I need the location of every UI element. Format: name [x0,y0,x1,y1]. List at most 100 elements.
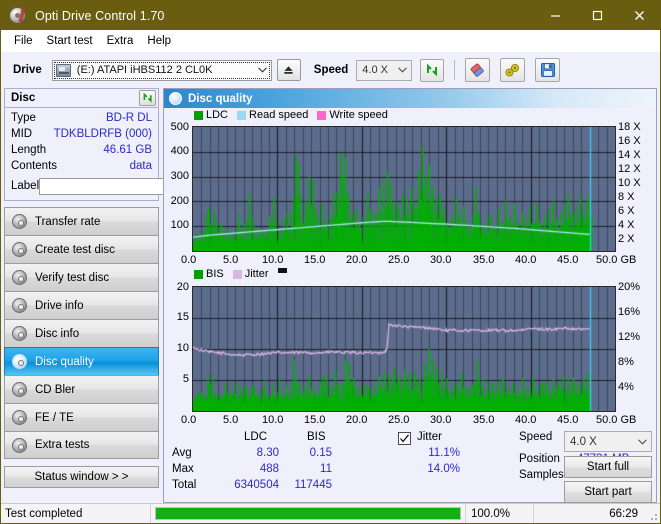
stats-panel: LDC BIS Avg 8.30 0.15 Max 488 11 Total 6… [164,426,656,503]
tools-button[interactable] [500,58,526,82]
status-window-button[interactable]: Status window > > [4,466,159,488]
disc-info-panel: Disc Type BD-R DL MID TDKBLDRFB (000) Le… [4,88,238,201]
test-speed-value: 4.0 X [570,435,597,448]
eraser-button[interactable] [465,58,491,82]
charts-container: LDC Read speed Write speed 500 400 300 2… [164,108,656,426]
speed-select[interactable]: 4.0 X [356,59,413,81]
legend-swatch [194,110,203,120]
x-tick: 45.0 [557,254,579,266]
stats-max-bis: 11 [320,463,332,475]
chevron-down-icon [254,61,271,80]
resize-grip[interactable] [648,504,660,523]
save-button[interactable] [535,58,561,82]
test-controls: Speed 1.73 X Position 47731 MB Samples 7… [519,429,656,503]
start-part-button[interactable]: Start part [564,481,652,503]
menu-item-start-test[interactable]: Start test [42,33,102,49]
eject-button[interactable] [276,59,301,81]
stats-row-avg-label: Avg [172,447,192,459]
jitter-block: Jitter 11.1% 14.0% [394,429,519,502]
sidebar-item-create-test-disc[interactable]: Create test disc [4,235,159,263]
sidebar-item-disc-quality[interactable]: Disc quality [4,347,159,375]
drive-label: Drive [13,64,42,76]
disc-icon [12,298,27,313]
chart-plot-bottom[interactable] [192,286,616,412]
sidebar-item-label: Verify test disc [35,271,110,284]
elapsed-time: 66:29 [533,504,648,523]
speed-label: Speed [313,64,349,76]
y2-tick: 2 X [618,233,635,245]
x-tick: 10.0 [262,414,284,426]
disc-refresh-button[interactable] [139,90,156,106]
content-area: Disc Type BD-R DL MID TDKBLDRFB (000) Le… [1,88,660,503]
y-tick: 20 [176,281,189,293]
main-panel-title: Disc quality [188,92,253,105]
legend-swatch [237,110,247,120]
disc-label-key: Label [11,180,40,192]
sidebar-item-drive-info[interactable]: Drive info [4,291,159,319]
x-tick: 30.0 [430,414,452,426]
drive-select-value: (E:) ATAPI iHBS112 2 CL0K [76,64,213,76]
sidebar: Disc Type BD-R DL MID TDKBLDRFB (000) Le… [4,88,238,503]
menu-item-help[interactable]: Help [142,33,180,49]
title-bar: Opti Drive Control 1.70 [1,1,660,30]
y2-tick: 12 X [618,163,641,175]
chart-plot-top[interactable] [192,126,616,252]
toolbar-separator [454,60,456,80]
disc-row-value: TDKBLDRFB (000) [53,127,152,140]
sidebar-item-fe-te[interactable]: FE / TE [4,403,159,431]
disc-row-length: Length 46.61 GB [11,142,152,158]
disc-row-key: Length [11,143,47,156]
x-tick: 50.0 GB [596,414,637,426]
sidebar-item-transfer-rate[interactable]: Transfer rate [4,207,159,235]
menu-item-file[interactable]: File [9,33,42,49]
x-tick: 35.0 [473,414,495,426]
status-text: Test completed [1,504,151,523]
x-tick: 15.0 [304,254,326,266]
disc-icon [12,410,27,425]
y2-tick: 14 X [618,149,641,161]
legend-label: BIS [206,268,224,280]
jitter-checkbox[interactable] [398,432,411,445]
x-tick: 40.0 [515,254,537,266]
refresh-button[interactable] [420,58,445,82]
refresh-icon [143,92,152,103]
legend-label: Jitter [244,268,269,280]
window-controls [534,1,660,30]
sidebar-item-cd-bler[interactable]: CD Bler [4,375,159,403]
sidebar-item-label: Disc quality [35,355,94,368]
disc-row-key: MID [11,127,33,140]
sidebar-item-label: Drive info [35,299,84,312]
close-icon[interactable] [618,1,660,30]
maximize-icon[interactable] [576,1,618,30]
stats-max-ldc: 488 [259,463,279,475]
y-tick: 100 [170,219,189,231]
sidebar-item-disc-info[interactable]: Disc info [4,319,159,347]
y-tick: 500 [170,121,189,133]
minimize-icon[interactable] [534,1,576,30]
legend-swatch [232,269,242,279]
chart-legend-bottom: BIS Jitter [194,267,287,280]
sidebar-item-label: Extra tests [35,439,90,451]
legend-entry-jitter: Jitter [232,268,269,280]
speed-stat-label: Speed [519,431,553,443]
disc-row-mid: MID TDKBLDRFB (000) [11,126,152,142]
legend-entry-write-speed: Write speed [317,109,388,121]
menu-item-extra[interactable]: Extra [102,33,143,49]
sidebar-item-extra-tests[interactable]: Extra tests [4,431,159,459]
disc-icon [12,270,27,285]
stats-col-bis: BIS [307,431,326,443]
stats-avg-ldc: 8.30 [256,447,279,459]
sidebar-item-verify-test-disc[interactable]: Verify test disc [4,263,159,291]
y2-tick: 16 X [618,135,641,147]
start-full-button[interactable]: Start full [564,456,652,478]
eraser-icon [471,63,484,77]
drive-select[interactable]: (E:) ATAPI iHBS112 2 CL0K [51,59,272,81]
test-speed-select[interactable]: 4.0 X [564,431,652,452]
y2-tick: 8 X [618,191,635,203]
disc-panel-header: Disc [5,89,158,108]
legend-label: Read speed [249,109,309,121]
disc-label-row: Label [11,175,238,197]
drive-toolbar: Drive (E:) ATAPI iHBS112 2 CL0K Speed 4.… [1,52,660,88]
x-tick: 45.0 [557,414,579,426]
legend-label: LDC [206,109,229,121]
